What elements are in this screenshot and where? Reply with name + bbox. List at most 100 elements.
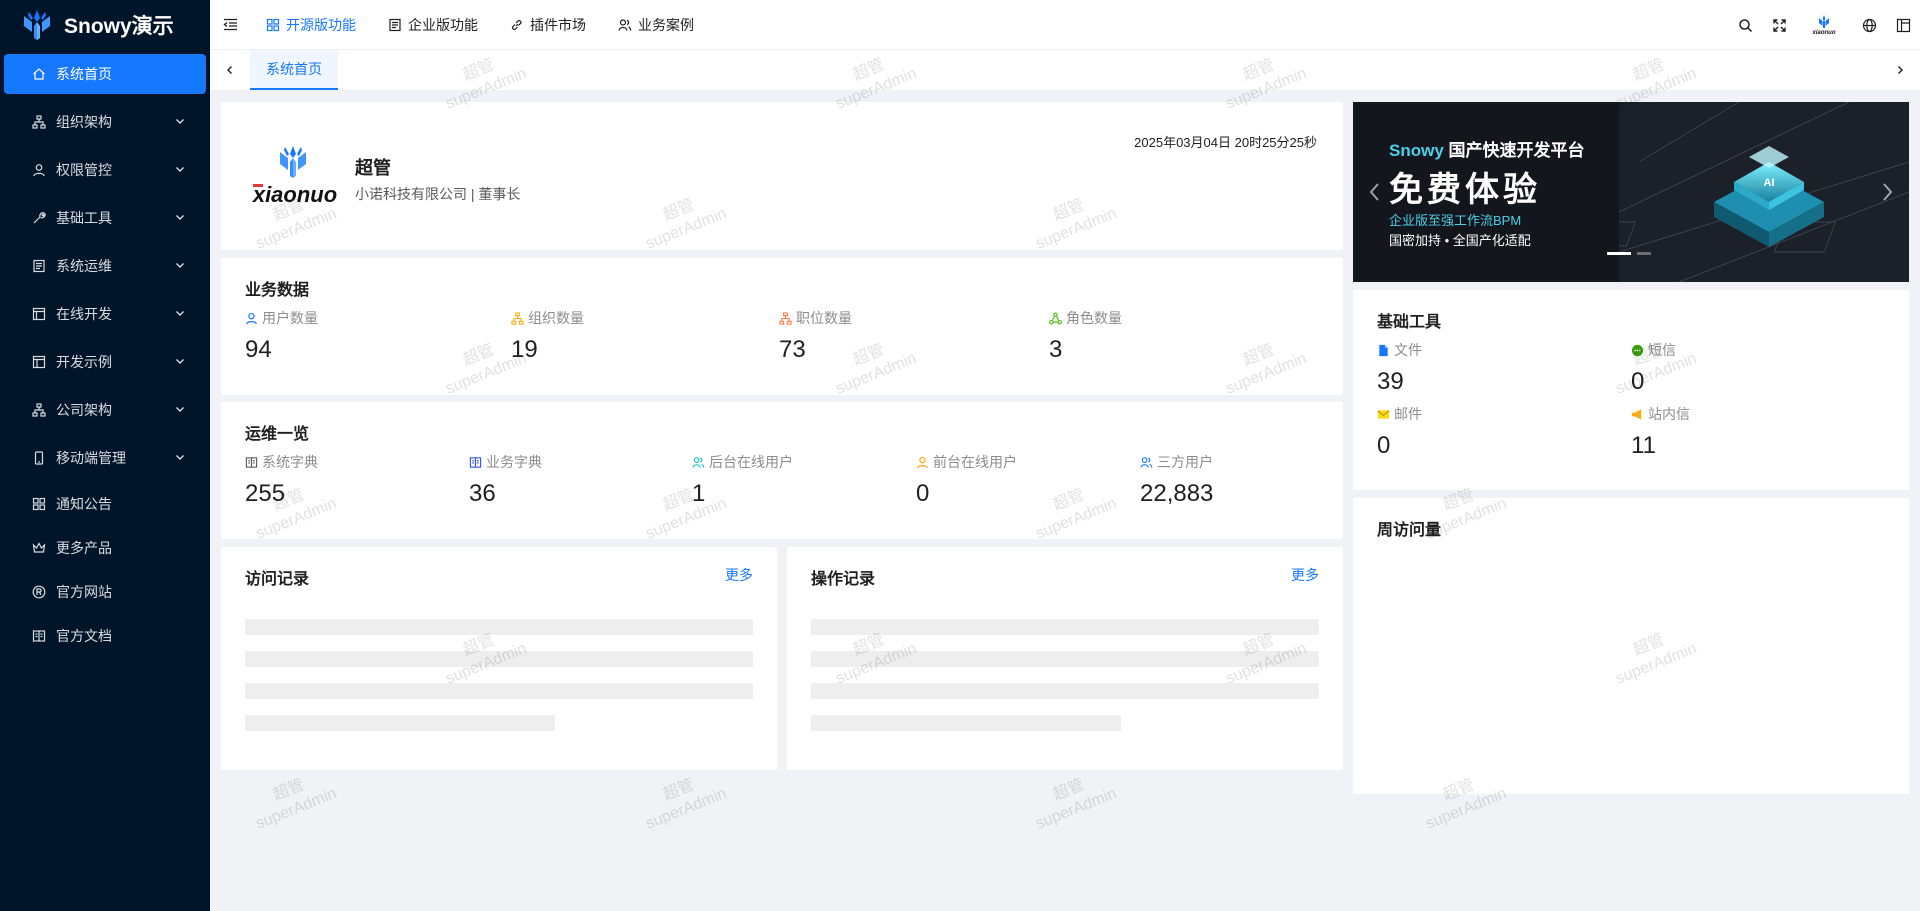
carousel-dot[interactable] (1637, 252, 1651, 255)
message-icon (1631, 344, 1644, 356)
chevron-down-icon (176, 359, 184, 364)
sidebar-item-docs[interactable]: 官方文档 (4, 618, 206, 654)
fullscreen-button[interactable] (1762, 0, 1796, 50)
chevron-down-icon (176, 311, 184, 316)
stat-value: 0 (1377, 432, 1391, 459)
banner-headline: 免费体验 (1389, 171, 1541, 209)
nav-enterprise[interactable]: 企业版功能 (372, 0, 494, 50)
sidebar-item-label: 开发示例 (56, 354, 112, 370)
tabs-scroll-right[interactable] (1880, 50, 1920, 90)
banner-brand: Snowy (1389, 141, 1444, 160)
cluster-icon (1049, 312, 1062, 324)
stat-backend-online[interactable]: 后台在线用户 1 (692, 452, 793, 508)
stat-label: 系统字典 (245, 452, 318, 472)
stat-label-text: 职位数量 (796, 310, 852, 326)
registered-icon (32, 585, 46, 599)
tool-icon (32, 211, 46, 225)
user-name: 超管 (355, 158, 391, 178)
stat-roles[interactable]: 角色数量 3 (1049, 308, 1122, 364)
business-data-card: 业务数据 用户数量 94 组织数量 19 职位数量 73 角色数量 3 (221, 258, 1343, 395)
sidebar-item-permission[interactable]: 权限管控 (4, 150, 206, 190)
menu-fold-button[interactable] (210, 0, 250, 50)
sidebar-item-company[interactable]: 公司架构 (4, 390, 206, 430)
team-icon (692, 456, 705, 468)
sidebar-item-website[interactable]: 官方网站 (4, 574, 206, 610)
stat-label-text: 邮件 (1394, 406, 1422, 422)
sidebar-item-notice[interactable]: 通知公告 (4, 486, 206, 522)
op-log-more-link[interactable]: 更多 (1291, 565, 1319, 585)
sidebar-item-online-dev[interactable]: 在线开发 (4, 294, 206, 334)
promo-carousel[interactable]: AI Snowy 国产快速开发平台 免费体验 企业版至强工作流BPM 国密加持 … (1353, 102, 1909, 282)
stat-value: 73 (779, 336, 806, 363)
banner-title: Snowy 国产快速开发平台 (1389, 136, 1585, 161)
nav-plugin-market[interactable]: 插件市场 (494, 0, 602, 50)
stat-label-text: 后台在线用户 (709, 454, 793, 470)
carousel-dot[interactable] (1607, 252, 1631, 255)
sidebar-item-more-products[interactable]: 更多产品 (4, 530, 206, 566)
chevron-down-icon (176, 215, 184, 220)
app-title: Snowy演示 (64, 15, 174, 38)
stat-frontend-online[interactable]: 前台在线用户 0 (916, 452, 1017, 508)
brand[interactable]: Snowy演示 (0, 0, 210, 50)
carousel-prev-icon[interactable] (1365, 180, 1385, 204)
skeleton-line (245, 715, 555, 731)
tool-files[interactable]: 文件 39 (1377, 340, 1422, 396)
tool-mail[interactable]: 邮件 0 (1377, 404, 1422, 460)
stat-orgs[interactable]: 组织数量 19 (511, 308, 584, 364)
stat-label-text: 三方用户 (1157, 454, 1213, 470)
apps-icon (266, 18, 280, 31)
stat-value: 22,883 (1140, 480, 1214, 507)
language-button[interactable] (1852, 0, 1886, 50)
stat-biz-dict[interactable]: 业务字典 36 (469, 452, 542, 508)
sidebar-item-home[interactable]: 系统首页 (4, 54, 206, 94)
carousel-next-icon[interactable] (1877, 180, 1897, 204)
svg-text:xiaonuo: xiaonuo (1811, 30, 1835, 36)
crown-icon (32, 541, 46, 555)
sidebar-item-ops[interactable]: 系统运维 (4, 246, 206, 286)
stat-label-text: 角色数量 (1066, 310, 1122, 326)
watermark-line-2: superAdmin (253, 784, 340, 833)
sidebar-item-tools[interactable]: 基础工具 (4, 198, 206, 238)
sidebar-item-mobile[interactable]: 移动端管理 (4, 438, 206, 478)
nav-business-cases[interactable]: 业务案例 (602, 0, 710, 50)
ops-overview-card: 运维一览 系统字典 255 业务字典 36 后台在线用户 1 前台在线用户 0 … (221, 402, 1343, 539)
svg-text:AI: AI (1764, 177, 1775, 189)
stat-users[interactable]: 用户数量 94 (245, 308, 318, 364)
server-icon (32, 259, 46, 273)
visit-log-more-link[interactable]: 更多 (725, 565, 753, 585)
sidebar-item-label: 基础工具 (56, 210, 112, 226)
avatar[interactable]: xiaonuo (1796, 0, 1852, 50)
nav-label: 业务案例 (638, 16, 694, 33)
sidebar-item-dev-examples[interactable]: 开发示例 (4, 342, 206, 382)
card-title: 周访问量 (1377, 522, 1442, 539)
user-icon (246, 312, 257, 324)
tabs-scroll-left[interactable] (210, 50, 250, 90)
search-button[interactable] (1728, 0, 1762, 50)
sidebar-item-label: 权限管控 (56, 162, 112, 178)
carousel-dots (1607, 252, 1651, 255)
banner-subtitle: 企业版至强工作流BPM (1389, 213, 1522, 228)
stat-positions[interactable]: 职位数量 73 (779, 308, 852, 364)
tool-notifications[interactable]: 站内信 11 (1631, 404, 1690, 460)
tab-home[interactable]: 系统首页 (250, 50, 338, 90)
stat-value: 0 (1631, 368, 1645, 395)
watermark-line-2: superAdmin (1033, 784, 1120, 833)
xiaonuo-logo-icon: xiaonuo (1811, 15, 1836, 36)
stat-label: 组织数量 (511, 308, 584, 328)
tool-sms[interactable]: 短信 0 (1631, 340, 1676, 396)
watermark-line-1: 超管 (1050, 776, 1087, 805)
stat-third-party[interactable]: 三方用户 22,883 (1140, 452, 1213, 508)
sidebar-item-org[interactable]: 组织架构 (4, 102, 206, 142)
sidebar-item-label: 移动端管理 (56, 450, 126, 466)
stat-label: 三方用户 (1140, 452, 1213, 472)
watermark: 超管superAdmin (1026, 765, 1120, 834)
nav-open-source[interactable]: 开源版功能 (250, 0, 372, 50)
top-header: 开源版功能 企业版功能 插件市场 业务案例 xiaonuo (210, 0, 1920, 50)
stat-sys-dict[interactable]: 系统字典 255 (245, 452, 318, 508)
stat-label-text: 用户数量 (262, 310, 318, 326)
layout-setting-button[interactable] (1886, 0, 1920, 50)
watermark: 超管superAdmin (636, 765, 730, 834)
card-title: 运维一览 (245, 426, 310, 443)
stat-label-text: 站内信 (1648, 406, 1690, 422)
sidebar-item-label: 系统首页 (56, 66, 112, 82)
